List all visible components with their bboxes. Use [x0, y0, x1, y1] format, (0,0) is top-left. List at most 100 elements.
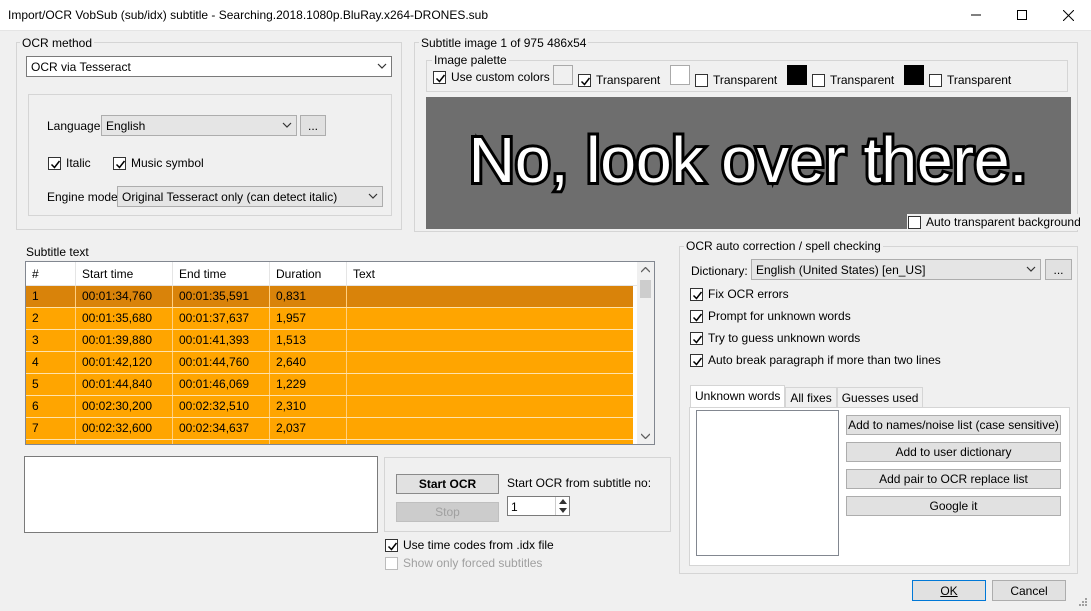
table-cell: 1	[26, 286, 76, 307]
table-cell: 7	[26, 418, 76, 439]
checkbox-box[interactable]	[433, 70, 446, 84]
palette-color-4[interactable]	[904, 65, 924, 85]
checkbox-box[interactable]	[385, 538, 398, 552]
language-browse-button[interactable]: ...	[300, 115, 326, 136]
preview-text: No, look over there.	[469, 124, 1028, 196]
table-row[interactable]: 7 00:02:32,600 00:02:34,637 2,037	[26, 418, 633, 440]
language-value: English	[106, 118, 146, 133]
checkbox-box[interactable]	[113, 156, 126, 170]
tab-guesses-used[interactable]: Guesses used	[836, 387, 924, 408]
music-symbol-checkbox[interactable]: Music symbol	[113, 156, 204, 170]
table-row[interactable]: 3 00:01:39,880 00:01:41,393 1,513	[26, 330, 633, 352]
start-ocr-button[interactable]: Start OCR	[396, 474, 499, 494]
language-select[interactable]: English	[101, 115, 297, 136]
checkbox-box[interactable]	[695, 73, 708, 87]
add-user-dictionary-button[interactable]: Add to user dictionary	[846, 442, 1061, 462]
engine-mode-select[interactable]: Original Tesseract only (can detect ital…	[117, 186, 383, 207]
table-cell	[347, 396, 633, 417]
table-cell	[347, 286, 633, 307]
dictionary-browse-button[interactable]: ...	[1045, 259, 1072, 280]
subtitle-list[interactable]: # Start time End time Duration Text 1 00:…	[25, 261, 655, 445]
transparent-checkbox-1[interactable]: Transparent	[578, 73, 660, 87]
add-names-button[interactable]: Add to names/noise list (case sensitive)	[846, 415, 1061, 435]
scroll-thumb[interactable]	[640, 280, 651, 298]
column-header[interactable]: End time	[173, 262, 270, 285]
table-cell: 00:01:42,120	[76, 352, 173, 373]
prompt-unknown-checkbox[interactable]: Prompt for unknown words	[690, 309, 851, 323]
checkbox-box[interactable]	[812, 73, 825, 87]
unknown-words-list[interactable]	[696, 410, 839, 556]
minimize-button[interactable]	[953, 0, 999, 30]
checkbox-box[interactable]	[690, 287, 703, 301]
checkbox-box[interactable]	[690, 309, 703, 323]
transparent-checkbox-3[interactable]: Transparent	[812, 73, 894, 87]
table-cell: 2,310	[270, 396, 347, 417]
start-from-stepper[interactable]: 1	[507, 496, 570, 516]
dictionary-label: Dictionary:	[691, 264, 748, 278]
transparent-checkbox-4[interactable]: Transparent	[929, 73, 1011, 87]
ocr-text-output[interactable]	[24, 456, 378, 533]
fix-ocr-errors-checkbox[interactable]: Fix OCR errors	[690, 287, 789, 301]
table-cell: 4	[26, 352, 76, 373]
table-cell: 2,037	[270, 418, 347, 439]
column-header[interactable]: Text	[347, 262, 654, 285]
stepper-buttons[interactable]	[555, 497, 569, 515]
close-icon	[1062, 9, 1074, 21]
use-time-codes-checkbox[interactable]: Use time codes from .idx file	[385, 538, 554, 552]
google-it-button[interactable]: Google it	[846, 496, 1061, 516]
cancel-button[interactable]: Cancel	[992, 580, 1066, 601]
add-ocr-pair-button[interactable]: Add pair to OCR replace list	[846, 469, 1061, 489]
tab-unknown-words[interactable]: Unknown words	[690, 385, 786, 408]
palette-color-3[interactable]	[787, 65, 807, 85]
table-row[interactable]: 5 00:01:44,840 00:01:46,069 1,229	[26, 374, 633, 396]
table-cell: 1,229	[270, 374, 347, 395]
palette-color-2[interactable]	[670, 65, 690, 85]
table-cell: 0,831	[270, 286, 347, 307]
show-forced-checkbox[interactable]: Show only forced subtitles	[385, 556, 542, 570]
palette-color-1[interactable]	[553, 65, 573, 85]
table-row[interactable]: 4 00:01:42,120 00:01:44,760 2,640	[26, 352, 633, 374]
ok-button[interactable]: OK	[912, 580, 986, 601]
table-row[interactable]: 800:02:34,72000:02:38,8734,153	[26, 440, 633, 444]
auto-break-checkbox[interactable]: Auto break paragraph if more than two li…	[690, 353, 941, 367]
maximize-button[interactable]	[999, 0, 1045, 30]
checkbox-box[interactable]	[690, 353, 703, 367]
resize-grip-icon[interactable]	[1076, 597, 1088, 609]
guess-unknown-checkbox[interactable]: Try to guess unknown words	[690, 331, 860, 345]
title-bar: Import/OCR VobSub (sub/idx) subtitle - S…	[0, 0, 1091, 31]
table-cell	[347, 352, 633, 373]
use-custom-colors-checkbox[interactable]: Use custom colors	[433, 70, 550, 84]
check-icon	[692, 335, 703, 344]
checkbox-box[interactable]	[578, 73, 591, 87]
check-icon	[692, 313, 703, 322]
check-icon	[50, 160, 61, 169]
table-cell: 2,640	[270, 352, 347, 373]
list-scrollbar[interactable]	[637, 262, 654, 444]
start-from-label: Start OCR from subtitle no:	[507, 476, 652, 490]
column-header[interactable]: Start time	[76, 262, 173, 285]
ocr-method-select[interactable]: OCR via Tesseract	[26, 56, 392, 77]
chevron-down-icon	[282, 122, 292, 128]
ok-label: OK	[940, 583, 958, 598]
column-header[interactable]: Duration	[270, 262, 347, 285]
tab-all-fixes[interactable]: All fixes	[785, 387, 837, 408]
auto-transparent-checkbox[interactable]: Auto transparent background	[907, 214, 1084, 230]
checkbox-box[interactable]	[929, 73, 942, 87]
start-from-value: 1	[511, 500, 518, 514]
engine-mode-value: Original Tesseract only (can detect ital…	[122, 189, 338, 204]
table-row[interactable]: 2 00:01:35,680 00:01:37,637 1,957	[26, 308, 633, 330]
stop-button[interactable]: Stop	[396, 502, 499, 522]
checkbox-box[interactable]	[690, 331, 703, 345]
fix-ocr-errors-label: Fix OCR errors	[708, 287, 789, 301]
table-row[interactable]: 1 00:01:34,760 00:01:35,591 0,831	[26, 286, 633, 308]
dictionary-select[interactable]: English (United States) [en_US]	[751, 259, 1041, 280]
minimize-icon	[971, 14, 981, 16]
table-row[interactable]: 6 00:02:30,200 00:02:32,510 2,310	[26, 396, 633, 418]
column-header[interactable]: #	[26, 262, 76, 285]
transparent-checkbox-2[interactable]: Transparent	[695, 73, 777, 87]
checkbox-box[interactable]	[908, 215, 921, 229]
close-button[interactable]	[1045, 0, 1091, 30]
checkbox-box[interactable]	[48, 156, 61, 170]
checkbox-box[interactable]	[385, 556, 398, 570]
italic-checkbox[interactable]: Italic	[48, 156, 91, 170]
